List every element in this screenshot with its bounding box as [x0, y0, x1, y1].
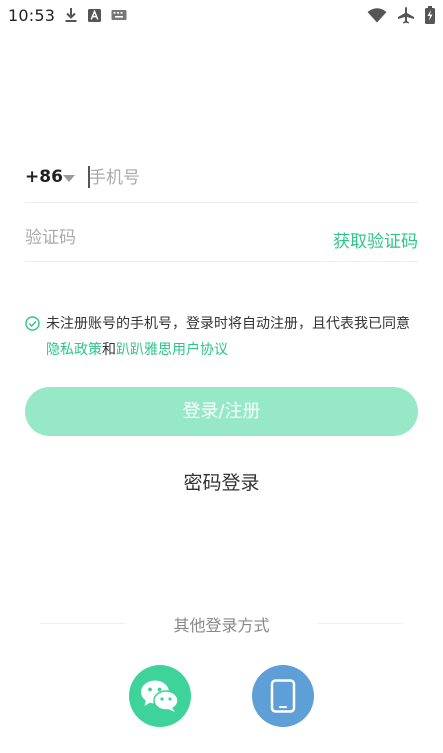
- wifi-icon: [367, 8, 387, 23]
- wechat-login-button[interactable]: [129, 665, 191, 727]
- agreement-text: 未注册账号的手机号，登录时将自动注册，且代表我已同意隐私政策和趴趴雅思用户协议: [25, 311, 421, 363]
- phone-row: +86: [25, 157, 418, 203]
- agreement-row: 未注册账号的手机号，登录时将自动注册，且代表我已同意隐私政策和趴趴雅思用户协议: [25, 311, 421, 363]
- other-login-divider: 其他登录方式: [40, 612, 403, 636]
- user-agreement-link[interactable]: 趴趴雅思用户协议: [116, 342, 228, 358]
- battery-charging-icon: [425, 6, 435, 24]
- keyboard-icon: [111, 10, 127, 20]
- phone-number-input[interactable]: [89, 163, 409, 193]
- status-bar: 10:53: [0, 0, 443, 30]
- agreement-text-before: 未注册账号的手机号，登录时将自动注册，且代表我已同意: [46, 316, 410, 332]
- status-time: 10:53: [8, 6, 56, 25]
- font-a-icon: [88, 8, 101, 22]
- check-circle-icon[interactable]: [25, 316, 40, 331]
- password-login-link[interactable]: 密码登录: [0, 468, 443, 495]
- status-left-icons: [64, 6, 127, 24]
- wechat-icon: [141, 680, 179, 712]
- login-register-button[interactable]: 登录/注册: [25, 387, 418, 436]
- mobile-phone-icon: [270, 679, 296, 713]
- device-login-button[interactable]: [252, 665, 314, 727]
- verification-code-input[interactable]: [25, 223, 275, 253]
- chevron-down-icon[interactable]: [63, 175, 75, 182]
- airplane-icon: [398, 7, 414, 24]
- privacy-policy-link[interactable]: 隐私政策: [46, 342, 102, 358]
- download-icon: [65, 8, 77, 22]
- divider-line-right: [318, 623, 403, 624]
- other-login-label: 其他登录方式: [173, 616, 270, 635]
- code-row: 获取验证码: [25, 218, 418, 262]
- country-code-selector[interactable]: +86: [25, 167, 63, 187]
- get-code-button[interactable]: 获取验证码: [333, 227, 418, 252]
- agreement-and: 和: [102, 342, 116, 358]
- status-right-icons: [367, 5, 435, 25]
